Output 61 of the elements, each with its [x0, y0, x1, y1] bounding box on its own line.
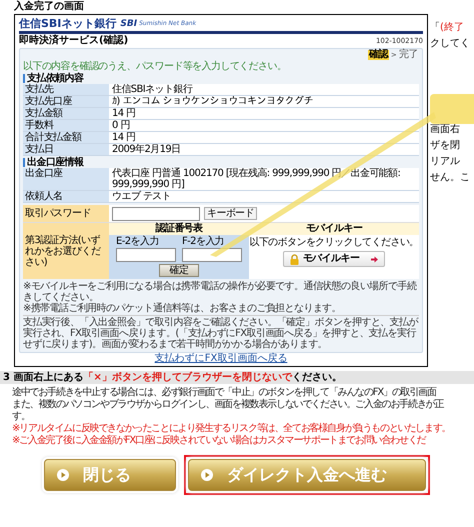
notice-heading: 3 画面右上にある「×」ボタンを押してブラウザーを閉じないでください。 [0, 371, 474, 384]
field-label: 支払日 [23, 144, 109, 155]
notice-text: す。 [12, 411, 31, 423]
play-icon [57, 469, 69, 481]
back-link[interactable]: 支払わずにFX取引画面へ戻る [154, 353, 288, 364]
heading-marker [23, 74, 25, 83]
play-icon [201, 469, 213, 481]
note-text: ※モバイルキーをご利用になる場合は携帯電話の操作が必要です。通信状態の良い場所で手続きしてください。 [23, 281, 418, 303]
step-label: 完了 [398, 50, 419, 60]
field-caption: F-2を入力 [182, 236, 226, 247]
instruction-text: 以下の内容を確認のうえ、パスワード等を入力してください。 [23, 61, 288, 72]
field-value: 代表口座 円普通 1002170 [現在残高: 999,999,990 円／出金可能額: 999,999,990 円] [109, 168, 419, 190]
side-text: ザを閉 [430, 139, 461, 153]
logo-mark: SBI [120, 18, 138, 28]
notice-text: また、複数のパソコンやブラウザからログインし、画面を複数表示しないでください。ご入金のお手続きが正 [12, 399, 445, 411]
step-label: 確認 [368, 50, 389, 60]
field-label: 取引パスワード [23, 205, 109, 222]
callout-box [430, 94, 474, 124]
arrow-icon [371, 256, 378, 262]
field-value: ｶ) エンコム ショウケンショウコキンヨタクグチ [109, 96, 419, 107]
field-value: 0 円 [109, 120, 419, 131]
side-text: 画面右 [430, 123, 461, 137]
field-value: ウエブ テスト [109, 191, 419, 202]
side-text: 「(終了 [430, 20, 465, 35]
confirm-button[interactable]: 確定 [158, 264, 200, 277]
field-value: 14 円 [109, 132, 419, 143]
field-label: 支払金額 [23, 108, 109, 119]
field-label: 支払先 [23, 84, 109, 95]
column-heading: モバイルキー [249, 223, 419, 235]
notice-text: ※リアルタイムに反映できなかったことにより発生するリスク等は、全てお客様自身が負うものといたします。 [12, 423, 452, 434]
keyboard-button[interactable]: キーボード [204, 207, 258, 220]
side-text: せん。こ [430, 171, 471, 185]
section-heading: 支払依頼内容 [27, 73, 84, 84]
field-value: 住信SBIネット銀行 [109, 84, 419, 95]
password-field[interactable] [112, 206, 200, 220]
heading-marker [23, 158, 25, 167]
description-text: 支払実行後、「入出金照会」で取引内容をご確認ください。「確定」ボタンを押すと、支払が実行され、FX取引画面へ戻ります。(「支払わずにFX取引画面へ戻る」を押すと、支払を実行せずに戻ります)。画面が変わるまで若干時間がかかる場合があります。 [23, 317, 419, 350]
field-label: 第3認証方法(いずれかをお選びください) [25, 234, 102, 268]
field-value: 2009年2月19日 [109, 144, 419, 155]
note-text: ※携帯電話ご利用時のパケット通信料等は、お客さまのご負担となります。 [23, 303, 342, 314]
field-label: 依頼人名 [23, 191, 109, 202]
page-title: 即時決済サービス(確認) [19, 35, 128, 47]
column-heading: 認証番号表 [109, 223, 249, 235]
mobile-key-button[interactable]: モバイルキー [282, 251, 386, 267]
field-label: 支払先口座 [23, 96, 109, 107]
field-label: 手数料 [23, 120, 109, 131]
side-text: リアル [430, 155, 461, 169]
section-title: 入金完了の画面 [14, 1, 85, 13]
side-text: クしてく [430, 37, 471, 51]
section-heading: 出金口座情報 [27, 157, 84, 168]
field-label: 合計支払金額 [23, 132, 109, 143]
field-value: 14 円 [109, 108, 419, 119]
notice-text: ※ご入金完了後に入金金額がFX口座に反映されていない場合はカスタマーサポートまでお問い合わせくだ [12, 435, 427, 447]
code-field[interactable] [182, 248, 242, 262]
notice-text: 途中でお手続きを中止する場合には、必ず銀行画面で「中止」のボタンを押して「みんなのFX」の取引画面 [12, 387, 438, 398]
code-field[interactable] [116, 248, 176, 262]
bank-logo: 住信SBIネット銀行 [19, 17, 116, 30]
mobile-key-instruction: 以下のボタンをクリックしてください。 [249, 237, 419, 248]
padlock-icon [290, 254, 299, 264]
field-caption: E-2を入力 [116, 236, 160, 247]
field-label: 出金口座 [23, 168, 109, 190]
